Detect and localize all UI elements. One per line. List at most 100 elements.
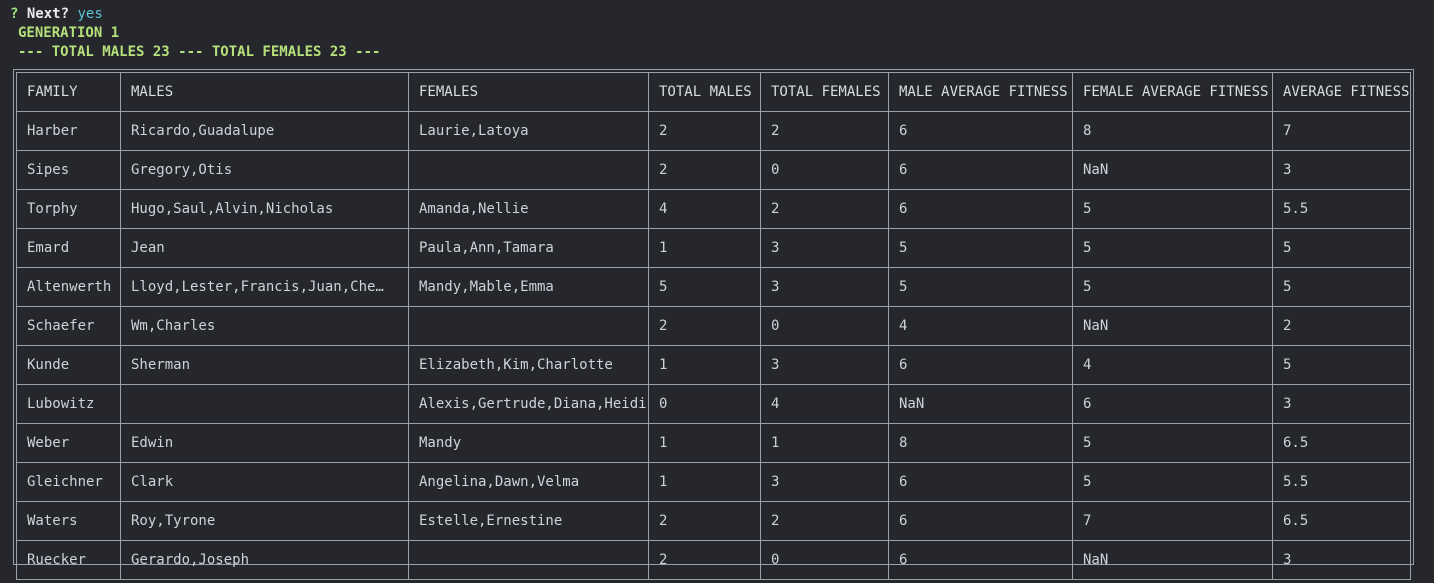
table-header-row: FAMILY MALES FEMALES TOTAL MALES TOTAL F… bbox=[16, 72, 1411, 112]
cell-average-fitness: 7 bbox=[1272, 111, 1411, 151]
cell-females: Alexis,Gertrude,Diana,Heidi bbox=[408, 384, 649, 424]
cell-females bbox=[408, 540, 649, 580]
cell-total-females: 4 bbox=[760, 384, 889, 424]
cell-females: Angelina,Dawn,Velma bbox=[408, 462, 649, 502]
family-table-frame: FAMILY MALES FEMALES TOTAL MALES TOTAL F… bbox=[13, 69, 1414, 580]
cell-total-males: 1 bbox=[648, 345, 761, 385]
cell-family: Torphy bbox=[16, 189, 121, 229]
cell-average-fitness: 5.5 bbox=[1272, 462, 1411, 502]
prompt-line: ? Next? yes bbox=[10, 5, 103, 23]
cell-total-females: 3 bbox=[760, 228, 889, 268]
cell-males: Lloyd,Lester,Francis,Juan,Che… bbox=[120, 267, 409, 307]
cell-males bbox=[120, 384, 409, 424]
cell-total-males: 2 bbox=[648, 306, 761, 346]
cell-male-average-fitness: 5 bbox=[888, 228, 1073, 268]
table-row: Altenwerth Lloyd,Lester,Francis,Juan,Che…… bbox=[16, 267, 1411, 307]
cell-total-females: 3 bbox=[760, 267, 889, 307]
cell-males: Clark bbox=[120, 462, 409, 502]
cell-total-females: 0 bbox=[760, 150, 889, 190]
cell-total-males: 1 bbox=[648, 423, 761, 463]
header-total-males: TOTAL MALES bbox=[648, 72, 761, 112]
table-row: Torphy Hugo,Saul,Alvin,Nicholas Amanda,Nel… bbox=[16, 189, 1411, 229]
table-row: Waters Roy,Tyrone Estelle,Ernestine 2 2 6 7 6.5 bbox=[16, 501, 1411, 541]
prompt-question: Next? bbox=[26, 6, 70, 22]
cell-female-average-fitness: 5 bbox=[1072, 267, 1273, 307]
cell-male-average-fitness: 6 bbox=[888, 111, 1073, 151]
cell-females: Estelle,Ernestine bbox=[408, 501, 649, 541]
cell-total-males: 1 bbox=[648, 462, 761, 502]
cell-total-males: 2 bbox=[648, 540, 761, 580]
cell-total-females: 2 bbox=[760, 501, 889, 541]
cell-females: Elizabeth,Kim,Charlotte bbox=[408, 345, 649, 385]
cell-male-average-fitness: 4 bbox=[888, 306, 1073, 346]
cell-males: Hugo,Saul,Alvin,Nicholas bbox=[120, 189, 409, 229]
cell-family: Emard bbox=[16, 228, 121, 268]
header-total-females: TOTAL FEMALES bbox=[760, 72, 889, 112]
cell-average-fitness: 6.5 bbox=[1272, 423, 1411, 463]
cell-male-average-fitness: 5 bbox=[888, 267, 1073, 307]
cell-average-fitness: 3 bbox=[1272, 150, 1411, 190]
cell-female-average-fitness: 8 bbox=[1072, 111, 1273, 151]
cell-male-average-fitness: 6 bbox=[888, 540, 1073, 580]
cell-total-females: 1 bbox=[760, 423, 889, 463]
table-row: Sipes Gregory,Otis 2 0 6 NaN 3 bbox=[16, 150, 1411, 190]
cell-total-females: 2 bbox=[760, 111, 889, 151]
generation-label: GENERATION 1 bbox=[18, 25, 120, 41]
cell-females bbox=[408, 306, 649, 346]
cell-females: Paula,Ann,Tamara bbox=[408, 228, 649, 268]
cell-males: Gregory,Otis bbox=[120, 150, 409, 190]
terminal-output: ? Next? yes GENERATION 1 --- TOTAL MALES… bbox=[0, 0, 1434, 583]
table-row: Weber Edwin Mandy 1 1 8 5 6.5 bbox=[16, 423, 1411, 463]
cell-males: Jean bbox=[120, 228, 409, 268]
cell-females bbox=[408, 150, 649, 190]
cell-total-females: 0 bbox=[760, 306, 889, 346]
cell-females: Amanda,Nellie bbox=[408, 189, 649, 229]
cell-family: Weber bbox=[16, 423, 121, 463]
cell-males: Edwin bbox=[120, 423, 409, 463]
cell-female-average-fitness: 6 bbox=[1072, 384, 1273, 424]
table-row: Lubowitz Alexis,Gertrude,Diana,Heidi 0 4 NaN… bbox=[16, 384, 1411, 424]
cell-females: Mandy bbox=[408, 423, 649, 463]
cell-females: Mandy,Mable,Emma bbox=[408, 267, 649, 307]
cell-family: Lubowitz bbox=[16, 384, 121, 424]
cell-average-fitness: 5 bbox=[1272, 267, 1411, 307]
prompt-mark: ? bbox=[10, 6, 19, 22]
header-family: FAMILY bbox=[16, 72, 121, 112]
cell-average-fitness: 6.5 bbox=[1272, 501, 1411, 541]
cell-male-average-fitness: 6 bbox=[888, 150, 1073, 190]
header-average-fitness: AVERAGE FITNESS bbox=[1272, 72, 1411, 112]
header-female-average-fitness: FEMALE AVERAGE FITNESS bbox=[1072, 72, 1273, 112]
cell-family: Altenwerth bbox=[16, 267, 121, 307]
cell-average-fitness: 2 bbox=[1272, 306, 1411, 346]
cell-family: Harber bbox=[16, 111, 121, 151]
cell-total-males: 1 bbox=[648, 228, 761, 268]
cell-total-males: 2 bbox=[648, 150, 761, 190]
table-row: Schaefer Wm,Charles 2 0 4 NaN 2 bbox=[16, 306, 1411, 346]
cell-female-average-fitness: 5 bbox=[1072, 462, 1273, 502]
table-row: Emard Jean Paula,Ann,Tamara 1 3 5 5 5 bbox=[16, 228, 1411, 268]
header-male-average-fitness: MALE AVERAGE FITNESS bbox=[888, 72, 1073, 112]
cell-family: Schaefer bbox=[16, 306, 121, 346]
table-row: Gleichner Clark Angelina,Dawn,Velma 1 3 6 5 5.5 bbox=[16, 462, 1411, 502]
cell-total-females: 0 bbox=[760, 540, 889, 580]
table-row: Kunde Sherman Elizabeth,Kim,Charlotte 1 3 6 4 5 bbox=[16, 345, 1411, 385]
cell-female-average-fitness: 5 bbox=[1072, 189, 1273, 229]
cell-female-average-fitness: NaN bbox=[1072, 306, 1273, 346]
cell-family: Waters bbox=[16, 501, 121, 541]
cell-total-males: 2 bbox=[648, 111, 761, 151]
cell-males: Gerardo,Joseph bbox=[120, 540, 409, 580]
cell-male-average-fitness: 8 bbox=[888, 423, 1073, 463]
cell-female-average-fitness: 5 bbox=[1072, 228, 1273, 268]
cell-female-average-fitness: 4 bbox=[1072, 345, 1273, 385]
cell-female-average-fitness: 5 bbox=[1072, 423, 1273, 463]
prompt-answer: yes bbox=[77, 6, 103, 22]
cell-total-males: 5 bbox=[648, 267, 761, 307]
cell-males: Sherman bbox=[120, 345, 409, 385]
cell-males: Ricardo,Guadalupe bbox=[120, 111, 409, 151]
table-row: Ruecker Gerardo,Joseph 2 0 6 NaN 3 bbox=[16, 540, 1411, 580]
cell-female-average-fitness: 7 bbox=[1072, 501, 1273, 541]
cell-male-average-fitness: 6 bbox=[888, 462, 1073, 502]
cell-female-average-fitness: NaN bbox=[1072, 150, 1273, 190]
cell-average-fitness: 5 bbox=[1272, 345, 1411, 385]
cell-female-average-fitness: NaN bbox=[1072, 540, 1273, 580]
